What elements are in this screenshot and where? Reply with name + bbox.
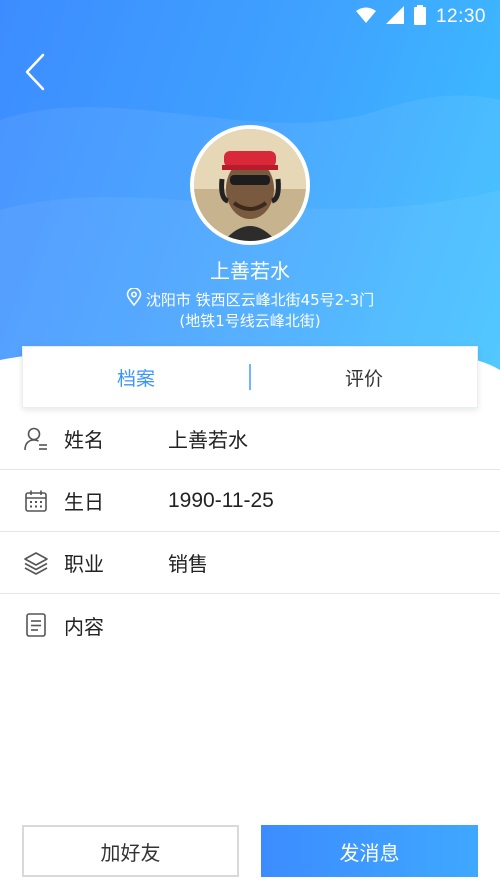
wifi-icon: [355, 7, 376, 28]
send-message-button[interactable]: 发消息: [261, 825, 478, 877]
profile-info-list: 姓名 上善若水 生日 1990-11-25 职业 销售 内容: [0, 408, 500, 656]
chevron-left-icon: [24, 53, 46, 95]
back-button[interactable]: [18, 52, 52, 96]
avatar[interactable]: [190, 125, 310, 245]
info-value-birthday: 1990-11-25: [168, 488, 274, 512]
location-pin-icon: [126, 287, 142, 311]
person-list-icon: [22, 425, 50, 453]
tab-profile[interactable]: 档案: [23, 364, 249, 391]
info-label-content: 内容: [64, 614, 104, 639]
signal-icon: [385, 5, 404, 29]
info-label-name: 姓名: [64, 428, 104, 452]
document-icon: [22, 611, 50, 639]
address: 沈阳市 铁西区云峰北街45号2-3门 (地铁1号线云峰北街): [0, 287, 500, 331]
info-row-birthday: 生日 1990-11-25: [0, 470, 500, 532]
info-label-birthday: 生日: [64, 490, 104, 514]
address-line1: 沈阳市 铁西区云峰北街45号2-3门: [145, 290, 375, 309]
profile-tabs: 档案 评价: [22, 346, 478, 408]
profile-header: 12:30 上善若水 沈阳市 铁西区云峰北街45号2-3门 (地铁1号线云峰北街…: [0, 0, 500, 380]
info-label-occupation: 职业: [64, 552, 104, 576]
calendar-icon: [22, 487, 50, 515]
info-value-occupation: 销售: [168, 552, 208, 576]
status-time: 12:30: [435, 6, 486, 27]
battery-icon: [413, 4, 426, 30]
tab-reviews[interactable]: 评价: [251, 364, 477, 391]
info-row-content: 内容: [0, 594, 500, 656]
layers-icon: [22, 549, 50, 577]
address-line2: (地铁1号线云峰北街): [179, 312, 321, 330]
info-row-occupation: 职业 销售: [0, 532, 500, 594]
add-friend-button[interactable]: 加好友: [22, 825, 239, 877]
user-name: 上善若水: [210, 259, 290, 283]
info-row-name: 姓名 上善若水: [0, 408, 500, 470]
status-bar: 12:30: [0, 0, 500, 34]
avatar-image: [194, 129, 306, 241]
info-value-name: 上善若水: [168, 428, 248, 452]
